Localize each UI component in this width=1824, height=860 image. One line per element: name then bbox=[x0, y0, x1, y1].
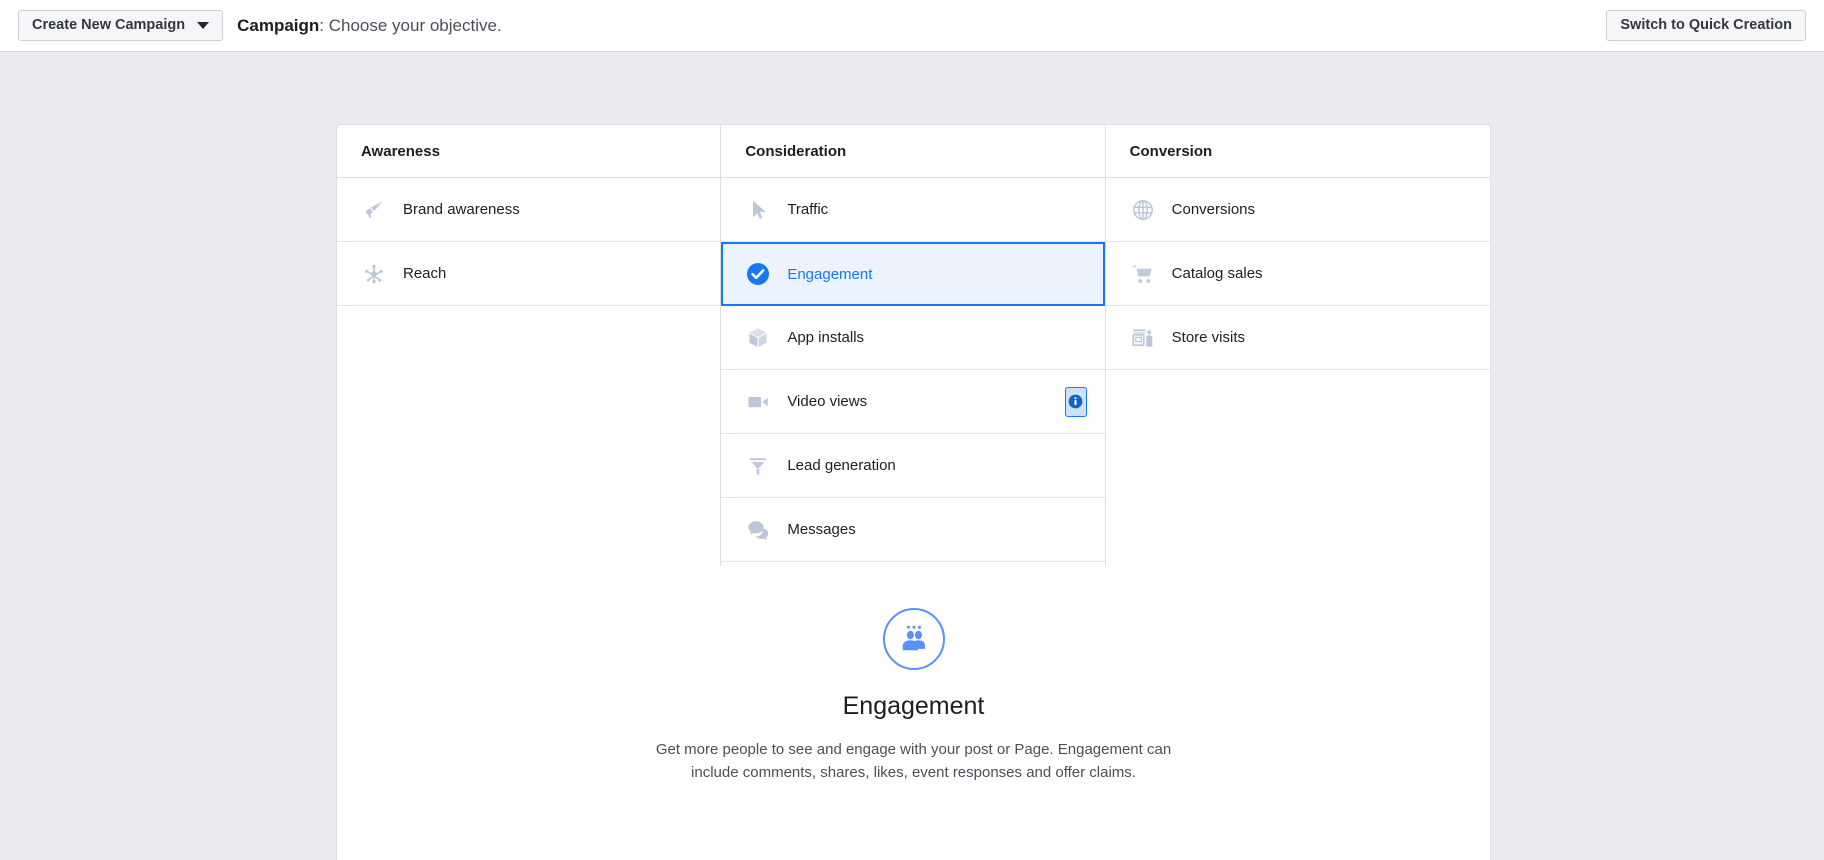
objective-column: Conversion Conversions Catalog sales Store … bbox=[1106, 125, 1490, 566]
objective-detail-panel: Engagement Get more people to see and en… bbox=[337, 566, 1490, 784]
breadcrumb-step-text: : Choose your objective. bbox=[319, 16, 501, 35]
create-new-campaign-label: Create New Campaign bbox=[32, 18, 185, 33]
objective-option-label: Engagement bbox=[787, 266, 872, 283]
objective-option-reach[interactable]: Reach bbox=[337, 242, 720, 306]
objective-option-engagement[interactable]: Engagement bbox=[721, 242, 1104, 306]
breadcrumb: Campaign: Choose your objective. bbox=[237, 17, 502, 34]
objective-card: Awareness Brand awareness Reach Considerati… bbox=[336, 124, 1491, 860]
objective-detail-description: Get more people to see and engage with y… bbox=[641, 739, 1186, 784]
objective-option-video-views[interactable]: Video views bbox=[721, 370, 1104, 434]
objective-option-store-visits[interactable]: Store visits bbox=[1106, 306, 1490, 370]
video-camera-icon bbox=[745, 389, 771, 415]
objective-option-label: Catalog sales bbox=[1172, 265, 1263, 282]
objective-column-header: Consideration bbox=[721, 125, 1104, 178]
objective-option-brand-awareness[interactable]: Brand awareness bbox=[337, 178, 720, 242]
objective-column-header: Conversion bbox=[1106, 125, 1490, 178]
create-new-campaign-button[interactable]: Create New Campaign bbox=[18, 10, 223, 41]
breadcrumb-step-label: Campaign bbox=[237, 16, 319, 35]
objective-column: Awareness Brand awareness Reach bbox=[337, 125, 721, 566]
objective-option-lead-generation[interactable]: Lead generation bbox=[721, 434, 1104, 498]
hub-nodes-icon bbox=[361, 261, 387, 287]
objective-option-traffic[interactable]: Traffic bbox=[721, 178, 1104, 242]
objective-column-filler bbox=[337, 306, 720, 566]
content-stage: Awareness Brand awareness Reach Considerati… bbox=[0, 52, 1824, 860]
cube-box-icon bbox=[745, 325, 771, 351]
objective-option-label: Reach bbox=[403, 265, 446, 282]
globe-icon bbox=[1130, 197, 1156, 223]
objective-option-label: Messages bbox=[787, 521, 855, 538]
objective-option-label: Store visits bbox=[1172, 329, 1245, 346]
top-bar: Create New Campaign Campaign: Choose you… bbox=[0, 0, 1824, 52]
storefront-icon bbox=[1130, 325, 1156, 351]
info-circle-icon bbox=[1068, 394, 1083, 409]
megaphone-icon bbox=[361, 197, 387, 223]
top-bar-actions: Switch to Quick Creation bbox=[1606, 10, 1806, 41]
switch-to-quick-creation-label: Switch to Quick Creation bbox=[1620, 18, 1792, 33]
objective-option-label: Conversions bbox=[1172, 201, 1255, 218]
objective-option-label: App installs bbox=[787, 329, 864, 346]
people-group-icon bbox=[883, 608, 945, 670]
objective-option-catalog-sales[interactable]: Catalog sales bbox=[1106, 242, 1490, 306]
objective-column: Consideration Traffic Engagement App instal… bbox=[721, 125, 1105, 566]
objective-option-label: Brand awareness bbox=[403, 201, 520, 218]
shopping-cart-icon bbox=[1130, 261, 1156, 287]
objective-option-info-slot bbox=[1065, 387, 1087, 417]
objective-info-button[interactable] bbox=[1065, 387, 1087, 417]
objective-option-conversions[interactable]: Conversions bbox=[1106, 178, 1490, 242]
objective-option-label: Lead generation bbox=[787, 457, 895, 474]
cursor-arrow-icon bbox=[745, 197, 771, 223]
switch-to-quick-creation-button[interactable]: Switch to Quick Creation bbox=[1606, 10, 1806, 41]
objective-option-app-installs[interactable]: App installs bbox=[721, 306, 1104, 370]
objective-option-label: Video views bbox=[787, 393, 867, 410]
funnel-icon bbox=[745, 453, 771, 479]
check-circle-icon bbox=[745, 261, 771, 287]
objective-grid: Awareness Brand awareness Reach Considerati… bbox=[337, 125, 1490, 566]
objective-column-filler bbox=[1106, 370, 1490, 565]
speech-bubbles-icon bbox=[745, 517, 771, 543]
objective-option-label: Traffic bbox=[787, 201, 828, 218]
objective-detail-title: Engagement bbox=[337, 692, 1490, 721]
objective-column-header: Awareness bbox=[337, 125, 720, 178]
objective-option-messages[interactable]: Messages bbox=[721, 498, 1104, 562]
chevron-down-icon bbox=[197, 22, 209, 29]
